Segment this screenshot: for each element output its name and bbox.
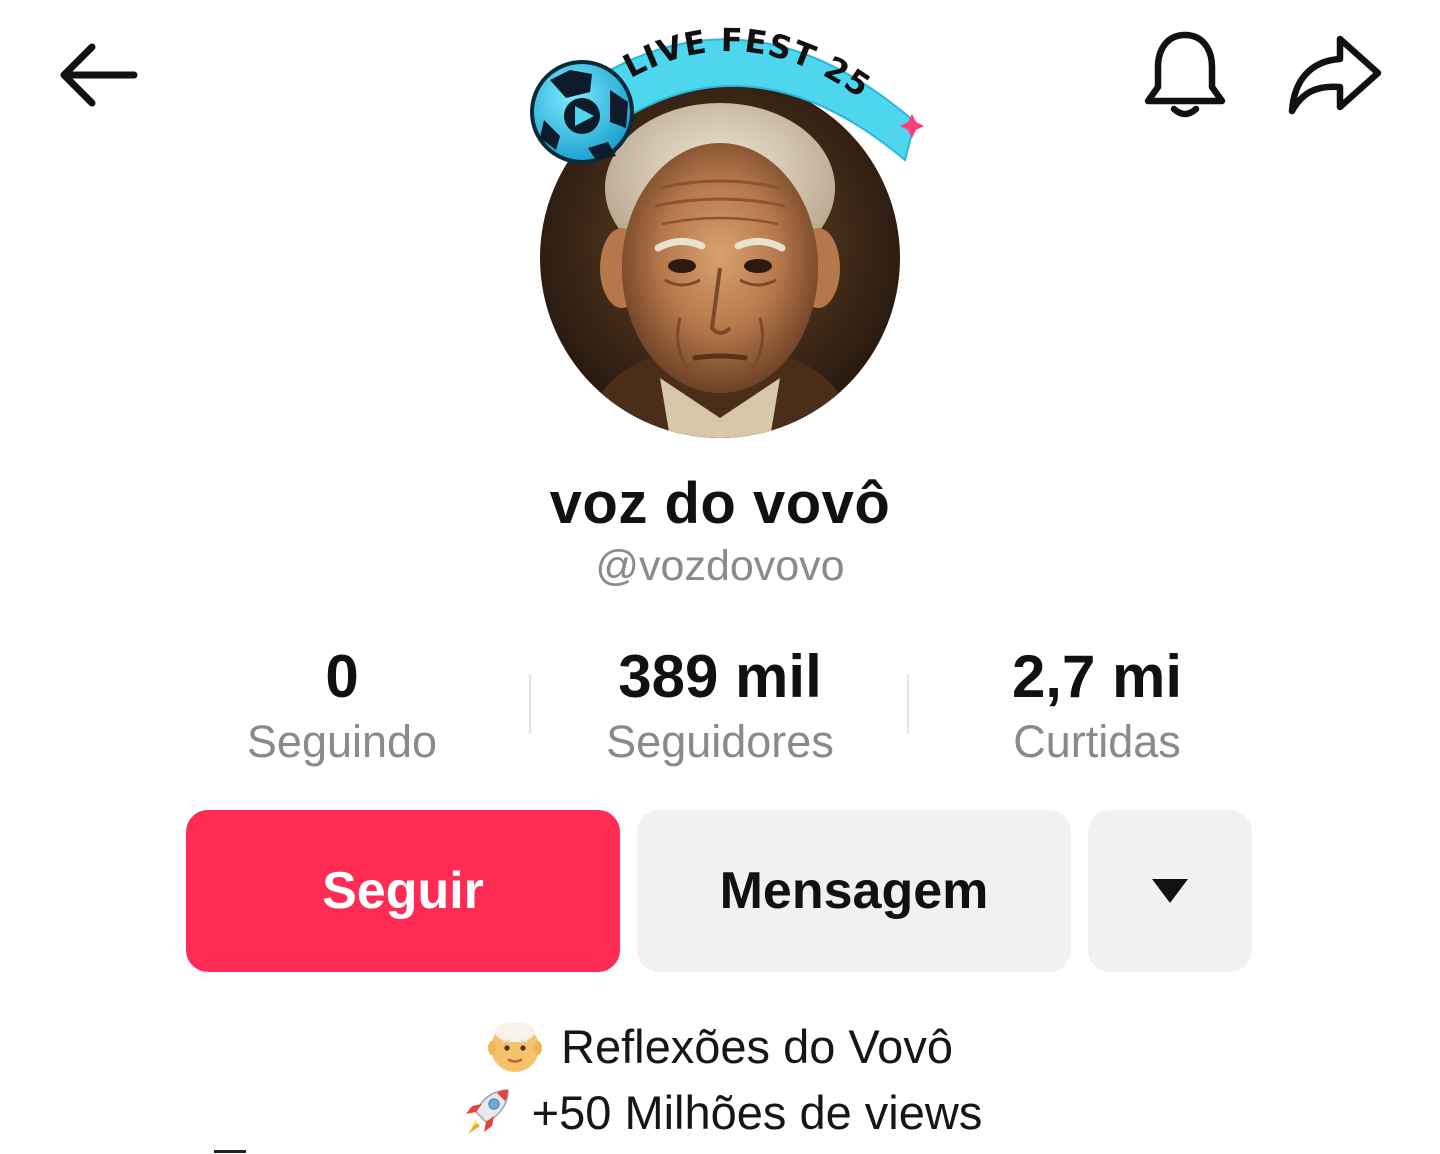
truncated-element: [214, 1150, 246, 1153]
likes-count: 2,7 mi: [1011, 643, 1183, 710]
older-man-emoji: [488, 1022, 543, 1072]
likes-label: Curtidas: [1013, 716, 1181, 767]
stat-divider: [529, 674, 531, 734]
stat-divider: [907, 674, 909, 734]
avatar-container[interactable]: LIVE FEST 25: [520, 10, 930, 440]
bio-text-line2: +50 Milhões de views: [531, 1085, 983, 1139]
following-count: 0: [325, 643, 359, 710]
bio-line: +50 Milhões de views: [0, 1084, 1440, 1151]
followers-count: 389 mil: [618, 643, 822, 710]
bio-line: Reflexões do Vovô: [0, 1018, 1440, 1085]
share-button[interactable]: [1282, 26, 1386, 124]
followers-label: Seguidores: [606, 716, 834, 767]
live-fest-badge: LIVE FEST 25: [530, 21, 924, 164]
stat-following[interactable]: 0 Seguindo: [162, 640, 522, 770]
display-name: voz do vovô: [549, 471, 891, 536]
username-handle: @vozdovovo: [595, 542, 845, 590]
more-options-button[interactable]: [1088, 810, 1252, 972]
caret-down-icon: [1152, 879, 1188, 903]
message-button[interactable]: Mensagem: [637, 810, 1071, 972]
following-label: Seguindo: [246, 716, 438, 767]
stat-likes[interactable]: 2,7 mi Curtidas: [917, 640, 1277, 770]
back-button[interactable]: [50, 30, 146, 120]
bio-text-line1: Reflexões do Vovô: [561, 1019, 953, 1073]
stat-followers[interactable]: 389 mil Seguidores: [540, 640, 900, 770]
rocket-emoji: [465, 1089, 509, 1134]
profile-stats: 0 Seguindo 389 mil Seguidores 2,7 mi Cur…: [170, 640, 1270, 770]
follow-button[interactable]: Seguir: [186, 810, 620, 972]
share-arrow-icon: [1288, 35, 1382, 115]
arrow-left-icon: [60, 43, 138, 107]
bell-icon: [1144, 31, 1226, 118]
notification-bell-button[interactable]: [1136, 26, 1234, 124]
